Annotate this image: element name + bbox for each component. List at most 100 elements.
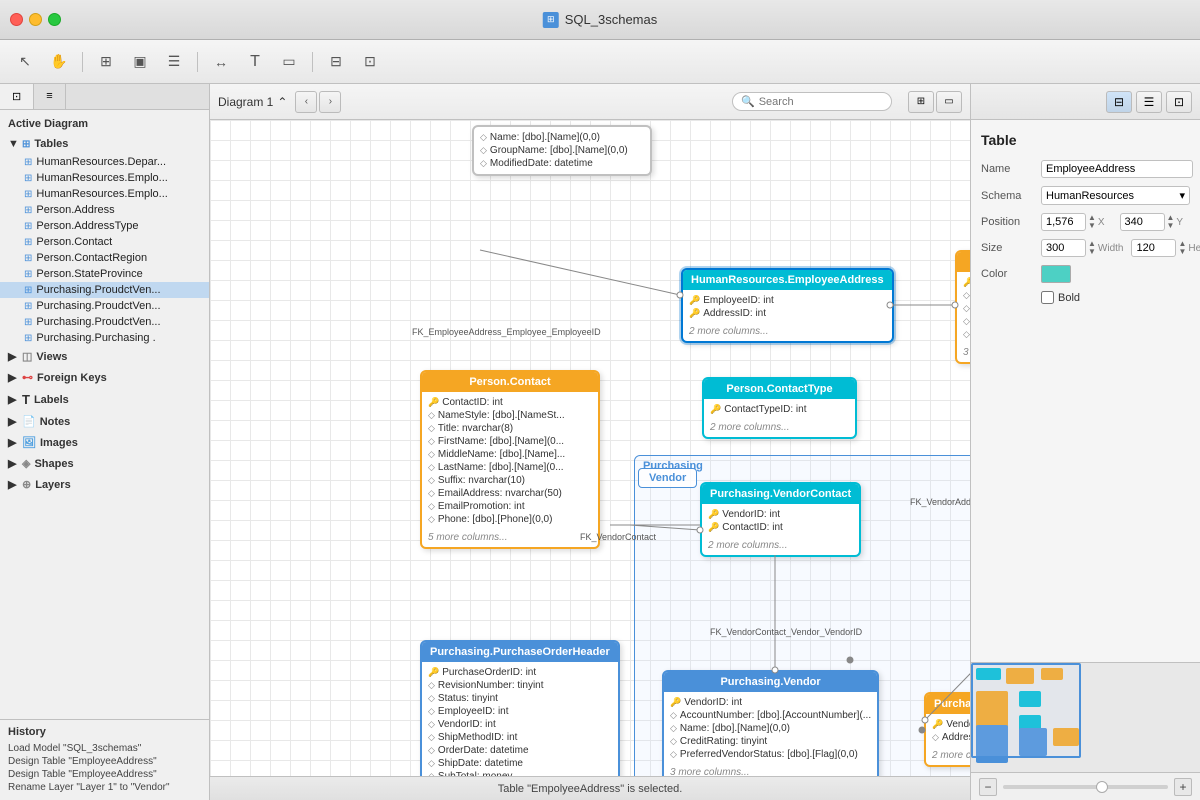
images-section-header[interactable]: ▶ 🖼 Images — [0, 432, 209, 453]
table-vendor-contact[interactable]: Purchasing.VendorContact 🔑 VendorID: int… — [700, 482, 861, 557]
sidebar-item-hr-emplo-1[interactable]: ⊞ HumanResources.Emplo... — [0, 170, 209, 186]
zoom-in-button[interactable]: + — [1174, 778, 1192, 796]
maximize-button[interactable] — [48, 13, 61, 26]
images-icon: 🖼 — [22, 436, 36, 449]
zoom-slider[interactable] — [1003, 785, 1168, 789]
schema-prop-select[interactable]: HumanResources ▾ — [1041, 186, 1190, 205]
table-contact-type[interactable]: Person.ContactType 🔑 ContactTypeID: int … — [702, 377, 857, 439]
notes-section-header[interactable]: ▶ 📄 Notes — [0, 411, 209, 432]
width-input[interactable] — [1041, 239, 1086, 257]
tables-section-header[interactable]: ▼ ⊞ Tables — [0, 134, 209, 154]
app-icon: ⊞ — [543, 12, 559, 28]
sidebar-item-hr-depar[interactable]: ⊞ HumanResources.Depar... — [0, 154, 209, 170]
tables-expand-icon: ▼ — [8, 138, 18, 150]
view-tool[interactable]: ▣ — [125, 48, 155, 76]
sidebar-item-person-contactregion[interactable]: ⊞ Person.ContactRegion — [0, 250, 209, 266]
table-vendor[interactable]: Purchasing.Vendor 🔑 VendorID: int ◇ Acco… — [662, 670, 879, 776]
table-icon: ⊞ — [24, 237, 32, 248]
name-table[interactable]: ◇ Name: [dbo].[Name](0,0) ◇ GroupName: [… — [472, 125, 652, 176]
vendor-label-box[interactable]: Vendor — [638, 468, 697, 488]
note-tool[interactable]: ▭ — [274, 48, 304, 76]
traffic-lights[interactable] — [10, 13, 61, 26]
right-tab-view[interactable]: ☰ — [1136, 91, 1162, 113]
search-input[interactable] — [759, 96, 879, 108]
sidebar-item-person-addresstype[interactable]: ⊞ Person.AddressType — [0, 218, 209, 234]
shapes-section-header[interactable]: ▶ ◈ Shapes — [0, 453, 209, 474]
sidebar-item-person-contact[interactable]: ⊞ Person.Contact — [0, 234, 209, 250]
w-down[interactable]: ▼ — [1088, 248, 1096, 256]
y-input[interactable] — [1120, 213, 1165, 231]
name-prop-input[interactable] — [1041, 160, 1193, 178]
sidebar-item-hr-emplo-2[interactable]: ⊞ HumanResources.Emplo... — [0, 186, 209, 202]
zoom-out-button[interactable]: − — [979, 778, 997, 796]
back-button[interactable]: ‹ — [295, 91, 317, 113]
sidebar-item-person-address[interactable]: ⊞ Person.Address — [0, 202, 209, 218]
export-tool[interactable]: ⊡ — [355, 48, 385, 76]
views-expand-icon: ▶ — [8, 350, 18, 363]
sidebar-item-purchasing-3[interactable]: ⊞ Purchasing.ProudctVen... — [0, 314, 209, 330]
sidebar-item-purchasing-purchasing[interactable]: ⊞ Purchasing.Purchasing . — [0, 330, 209, 346]
table-purchase-order[interactable]: Purchasing.PurchaseOrderHeader 🔑 Purchas… — [420, 640, 620, 776]
table-person-contact[interactable]: Person.Contact 🔑 ContactID: int ◇ NameSt… — [420, 370, 600, 549]
layers-section-header[interactable]: ▶ ⊕ Layers — [0, 474, 209, 495]
table-employee-address[interactable]: HumanResources.EmployeeAddress 🔑 Employe… — [681, 268, 894, 343]
table-header: Purchasing.PurchaseOrderHeader — [422, 642, 618, 662]
canvas-toolbar: Diagram 1 ⌃ ‹ › 🔍 ⊞ ▭ — [210, 84, 970, 120]
views-section-header[interactable]: ▶ ◫ Views — [0, 346, 209, 367]
table-icon: ⊞ — [24, 253, 32, 264]
view-split-btn[interactable]: ⊞ — [908, 91, 934, 113]
hand-tool[interactable]: ✋ — [44, 48, 74, 76]
sidebar-tab-diagram[interactable]: ⊡ — [0, 84, 34, 109]
x-spinners[interactable]: ▲ ▼ — [1088, 214, 1096, 230]
table-vendor-address[interactable]: Purchasing.VendorAddress 🔑 VendorID: int… — [924, 692, 970, 767]
y-down[interactable]: ▼ — [1167, 222, 1175, 230]
table-icon: ⊞ — [24, 205, 32, 216]
height-input[interactable] — [1131, 239, 1176, 257]
text-tool[interactable]: ☰ — [159, 48, 189, 76]
shape-tool[interactable]: T — [240, 48, 270, 76]
history-item-1: Load Model "SQL_3schemas" — [8, 742, 201, 755]
sidebar-item-person-stateprovince[interactable]: ⊞ Person.StateProvince — [0, 266, 209, 282]
sidebar-item-purchasing-1[interactable]: ⊞ Purchasing.ProudctVen... — [0, 282, 209, 298]
active-diagram-header: Active Diagram — [0, 114, 209, 134]
h-spinners[interactable]: ▲ ▼ — [1178, 240, 1186, 256]
close-button[interactable] — [10, 13, 23, 26]
forward-button[interactable]: › — [319, 91, 341, 113]
diagram-dropdown-icon[interactable]: ⌃ — [277, 95, 287, 109]
labels-section-header[interactable]: ▶ T Labels — [0, 388, 209, 411]
sidebar-tab-objects[interactable]: ≡ — [34, 84, 65, 109]
toolbar: ↖ ✋ ⊞ ▣ ☰ ↔ T ▭ ⊟ ⊡ — [0, 40, 1200, 84]
color-swatch[interactable] — [1041, 265, 1071, 283]
cursor-tool[interactable]: ↖ — [10, 48, 40, 76]
y-field: ▲ ▼ Y — [1120, 213, 1191, 231]
history-title: History — [8, 726, 201, 738]
table-tool[interactable]: ⊞ — [91, 48, 121, 76]
fk-section-header[interactable]: ▶ ⊷ Foreign Keys — [0, 367, 209, 388]
table-icon: ⊞ — [24, 157, 32, 168]
diagram-canvas[interactable]: ◇ Name: [dbo].[Name](0,0) ◇ GroupName: [… — [210, 120, 970, 776]
right-tab-export[interactable]: ⊡ — [1166, 91, 1192, 113]
line-tool[interactable]: ↔ — [206, 48, 236, 76]
y-spinners[interactable]: ▲ ▼ — [1167, 214, 1175, 230]
h-down[interactable]: ▼ — [1178, 248, 1186, 256]
x-input[interactable] — [1041, 213, 1086, 231]
right-tab-table[interactable]: ⊟ — [1106, 91, 1132, 113]
zoom-thumb[interactable] — [1096, 781, 1108, 793]
notes-expand-icon: ▶ — [8, 415, 18, 428]
table-icon: ⊞ — [24, 317, 32, 328]
label-tool[interactable]: ⊟ — [321, 48, 351, 76]
x-down[interactable]: ▼ — [1088, 222, 1096, 230]
bold-checkbox[interactable] — [1041, 291, 1054, 304]
color-property-row: Color — [981, 265, 1190, 283]
minimize-button[interactable] — [29, 13, 42, 26]
w-spinners[interactable]: ▲ ▼ — [1088, 240, 1096, 256]
color-prop-label: Color — [981, 268, 1041, 280]
view-single-btn[interactable]: ▭ — [936, 91, 962, 113]
sidebar-item-purchasing-2[interactable]: ⊞ Purchasing.ProudctVen... — [0, 298, 209, 314]
search-box[interactable]: 🔍 — [732, 92, 892, 111]
table-person-address[interactable]: Person.Address 🔑 AddressID: int ◇ Addres… — [955, 250, 970, 364]
minimap — [971, 662, 1200, 772]
table-header: Person.Contact — [422, 372, 598, 392]
schema-property-row: Schema HumanResources ▾ — [981, 186, 1190, 205]
height-label: Height — [1188, 243, 1200, 254]
